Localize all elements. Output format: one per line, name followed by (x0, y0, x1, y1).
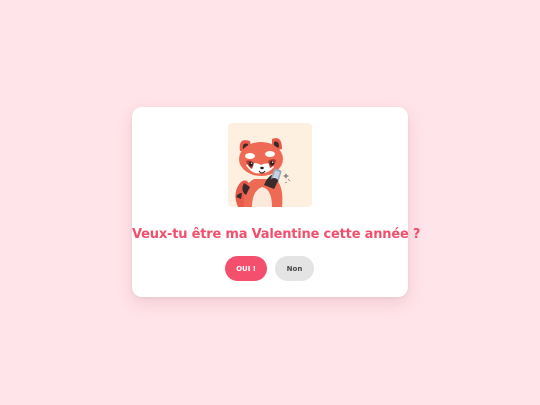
no-button[interactable]: Non (275, 256, 314, 281)
valentine-dialog: Veux-tu être ma Valentine cette année ? … (132, 107, 421, 297)
red-panda-icon (235, 138, 291, 207)
red-panda-phone-illustration (228, 123, 312, 207)
yes-button[interactable]: OUI ! (225, 256, 267, 281)
valentine-question: Veux-tu être ma Valentine cette année ? (132, 227, 421, 242)
